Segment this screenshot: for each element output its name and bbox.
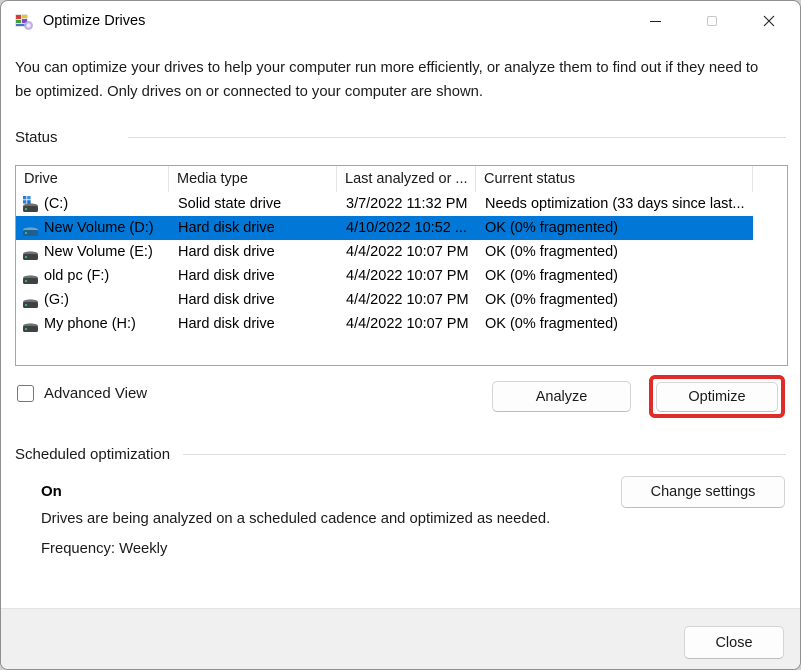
advanced-view-label: Advanced View — [44, 385, 147, 402]
column-header-current-status[interactable]: Current status — [476, 166, 753, 192]
media-type: Solid state drive — [169, 196, 337, 212]
change-settings-button[interactable]: Change settings — [621, 476, 785, 508]
column-header-filler — [753, 166, 787, 192]
drive-name: (C:) — [44, 196, 68, 212]
column-header-media-type[interactable]: Media type — [169, 166, 337, 192]
media-type: Hard disk drive — [169, 244, 337, 260]
drive-name: (G:) — [44, 292, 69, 308]
drive-icon — [22, 292, 39, 309]
close-button[interactable]: Close — [684, 626, 784, 659]
drive-icon — [22, 196, 39, 213]
maximize-button[interactable] — [689, 1, 735, 41]
drive-name: My phone (H:) — [44, 316, 136, 332]
title-bar: Optimize Drives — [1, 1, 800, 41]
status-section-divider — [128, 137, 786, 138]
last-analyzed: 3/7/2022 11:32 PM — [337, 196, 476, 212]
minimize-button[interactable] — [632, 1, 678, 41]
current-status: OK (0% fragmented) — [476, 268, 753, 284]
column-header-drive[interactable]: Drive — [16, 166, 169, 192]
scheduled-frequency: Frequency: Weekly — [41, 541, 167, 557]
window-controls — [632, 1, 792, 41]
close-window-button[interactable] — [746, 1, 792, 41]
current-status: OK (0% fragmented) — [476, 292, 753, 308]
last-analyzed: 4/4/2022 10:07 PM — [337, 268, 476, 284]
drives-table: Drive Media type Last analyzed or ... Cu… — [15, 165, 788, 366]
advanced-view-checkbox[interactable] — [17, 385, 34, 402]
status-section-label: Status — [15, 129, 58, 146]
status-section-header: Status — [15, 129, 786, 146]
drive-icon — [22, 268, 39, 285]
column-header-last-analyzed[interactable]: Last analyzed or ... — [337, 166, 476, 192]
optimize-button[interactable]: Optimize — [656, 382, 778, 412]
last-analyzed: 4/4/2022 10:07 PM — [337, 292, 476, 308]
current-status: OK (0% fragmented) — [476, 244, 753, 260]
optimize-drives-dialog: Optimize Drives You can optimize your dr… — [0, 0, 801, 670]
current-status: OK (0% fragmented) — [476, 220, 753, 236]
intro-text: You can optimize your drives to help you… — [15, 57, 767, 105]
windows-logo-icon — [23, 196, 31, 204]
table-body: (C:) Solid state drive 3/7/2022 11:32 PM… — [16, 192, 787, 336]
drive-name: New Volume (E:) — [44, 244, 153, 260]
scheduled-section-divider — [183, 454, 786, 455]
current-status: OK (0% fragmented) — [476, 316, 753, 332]
table-row[interactable]: New Volume (E:) Hard disk drive 4/4/2022… — [16, 240, 787, 264]
scheduled-state: On — [41, 483, 62, 500]
advanced-view-toggle[interactable]: Advanced View — [17, 385, 147, 402]
last-analyzed: 4/10/2022 10:52 ... — [337, 220, 476, 236]
table-row[interactable]: old pc (F:) Hard disk drive 4/4/2022 10:… — [16, 264, 787, 288]
drive-icon — [22, 316, 39, 333]
scheduled-description: Drives are being analyzed on a scheduled… — [41, 511, 550, 527]
table-row[interactable]: My phone (H:) Hard disk drive 4/4/2022 1… — [16, 312, 787, 336]
table-row[interactable]: New Volume (D:) Hard disk drive 4/10/202… — [16, 216, 787, 240]
last-analyzed: 4/4/2022 10:07 PM — [337, 316, 476, 332]
scheduled-section-label: Scheduled optimization — [15, 446, 170, 463]
table-row[interactable]: (G:) Hard disk drive 4/4/2022 10:07 PM O… — [16, 288, 787, 312]
media-type: Hard disk drive — [169, 292, 337, 308]
drive-name: New Volume (D:) — [44, 220, 154, 236]
footer-bar — [1, 608, 800, 669]
defrag-app-icon — [14, 11, 34, 31]
drive-icon — [22, 244, 39, 261]
table-header: Drive Media type Last analyzed or ... Cu… — [16, 166, 787, 192]
media-type: Hard disk drive — [169, 316, 337, 332]
drive-name: old pc (F:) — [44, 268, 109, 284]
scheduled-section-header: Scheduled optimization — [15, 446, 786, 463]
media-type: Hard disk drive — [169, 220, 337, 236]
maximize-icon — [707, 16, 717, 26]
minimize-icon — [650, 21, 661, 22]
current-status: Needs optimization (33 days since last..… — [476, 196, 753, 212]
close-icon — [763, 15, 775, 27]
analyze-button[interactable]: Analyze — [492, 381, 631, 412]
drive-icon — [22, 220, 39, 237]
window-title: Optimize Drives — [43, 13, 145, 29]
media-type: Hard disk drive — [169, 268, 337, 284]
table-row[interactable]: (C:) Solid state drive 3/7/2022 11:32 PM… — [16, 192, 787, 216]
last-analyzed: 4/4/2022 10:07 PM — [337, 244, 476, 260]
